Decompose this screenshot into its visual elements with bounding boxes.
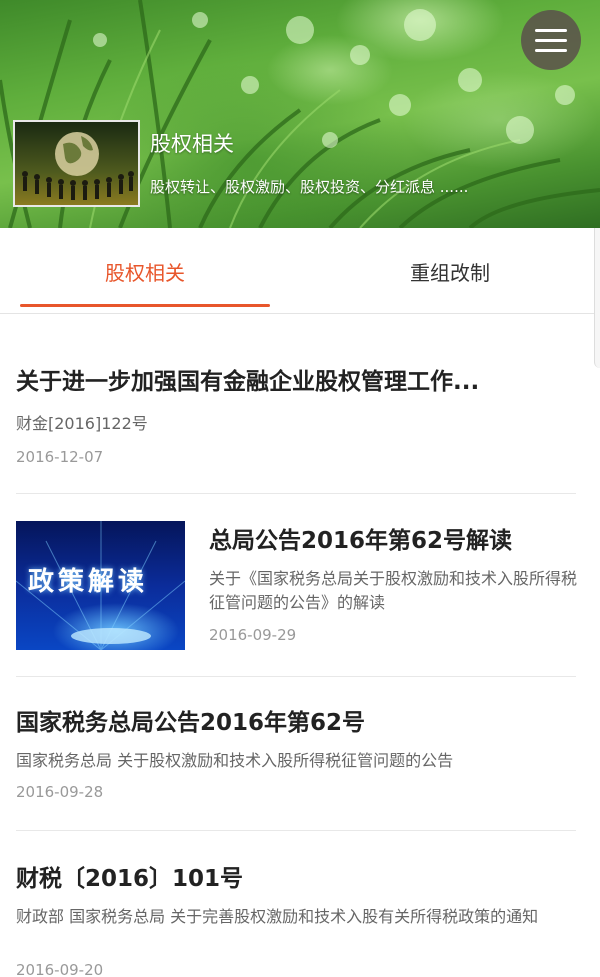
hamburger-menu-icon bbox=[535, 28, 567, 32]
article-title: 财税〔2016〕101号 bbox=[16, 866, 244, 892]
active-tab-indicator bbox=[20, 304, 270, 307]
article-item[interactable]: 政策解读 总局公告2016年第62号解读 关于《国家税务总局关于股权激励和技术入… bbox=[16, 521, 578, 677]
article-item[interactable]: 财税〔2016〕101号 财政部 国家税务总局 关于完善股权激励和技术入股有关所… bbox=[16, 831, 576, 977]
tab-restructuring[interactable]: 重组改制 bbox=[300, 228, 600, 314]
article-item[interactable]: 国家税务总局公告2016年第62号 国家税务总局 关于股权激励和技术入股所得税征… bbox=[16, 677, 576, 831]
thumbnail-caption: 政策解读 bbox=[28, 567, 149, 597]
article-description: 财政部 国家税务总局 关于完善股权激励和技术入股有关所得税政策的通知 bbox=[16, 907, 539, 926]
article-description: 财金[2016]122号 bbox=[16, 414, 148, 433]
globe-people-icon bbox=[22, 132, 134, 200]
article-description: 关于《国家税务总局关于股权激励和技术入股所得税征管问题的公告》的解读 bbox=[209, 569, 578, 612]
menu-button[interactable] bbox=[521, 10, 581, 70]
article-thumbnail: 政策解读 bbox=[16, 521, 185, 650]
article-description: 国家税务总局 关于股权激励和技术入股所得税征管问题的公告 bbox=[16, 751, 454, 770]
article-date: 2016-09-29 bbox=[209, 626, 297, 644]
header-banner: 股权相关 股权转让、股权激励、股权投资、分红派息 ...... bbox=[0, 0, 600, 228]
tab-equity[interactable]: 股权相关 bbox=[0, 228, 290, 314]
article-date: 2016-09-20 bbox=[16, 961, 104, 977]
article-date: 2016-12-07 bbox=[16, 448, 104, 466]
article-date: 2016-09-28 bbox=[16, 783, 104, 801]
tab-bar: 股权相关 重组改制 bbox=[0, 228, 600, 314]
side-drawer-edge bbox=[594, 228, 600, 368]
article-item[interactable]: 关于进一步加强国有金融企业股权管理工作... 财金[2016]122号 2016… bbox=[16, 352, 576, 494]
banner-subtitle: 股权转让、股权激励、股权投资、分红派息 ...... bbox=[150, 178, 469, 196]
banner-title: 股权相关 bbox=[150, 132, 234, 156]
article-title: 关于进一步加强国有金融企业股权管理工作... bbox=[16, 369, 480, 395]
category-logo-image bbox=[13, 120, 140, 207]
article-title: 国家税务总局公告2016年第62号 bbox=[16, 710, 366, 736]
article-title: 总局公告2016年第62号解读 bbox=[209, 528, 513, 554]
